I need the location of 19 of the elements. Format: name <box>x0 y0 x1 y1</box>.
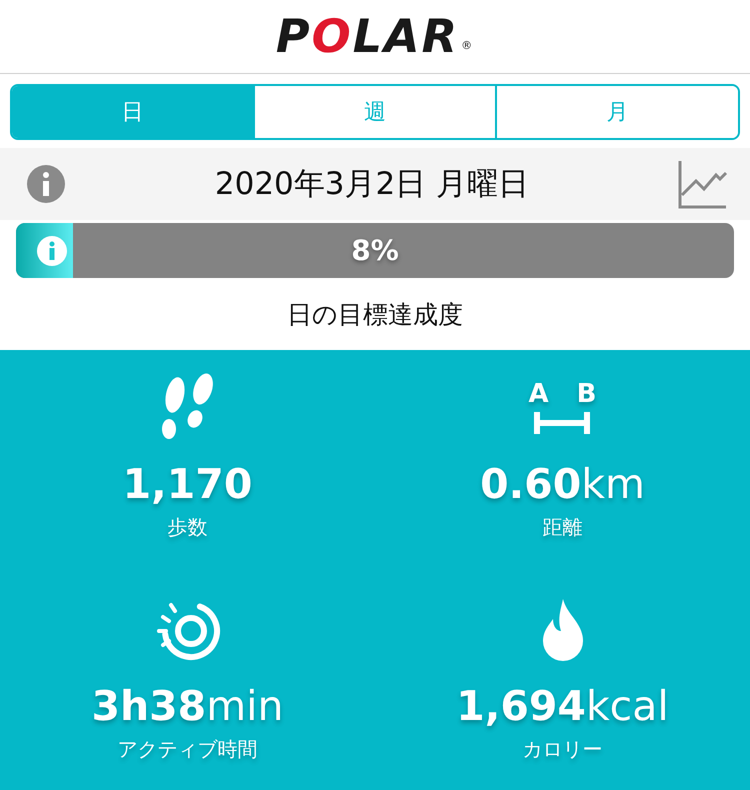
point-b-label: B <box>576 380 596 408</box>
line-chart-icon[interactable] <box>678 159 728 209</box>
goal-caption: 日の目標達成度 <box>287 298 463 331</box>
stat-value: 0.60km <box>480 459 645 510</box>
progress-reading: 8% <box>351 234 399 268</box>
date-title: 2020年3月2日 月曜日 <box>214 165 530 204</box>
brand-logo: POLAR® <box>276 9 474 64</box>
stat-value: 1,170 <box>122 459 252 510</box>
stat-label: アクティブ時間 <box>118 736 258 763</box>
stat-value: 3h38min <box>91 681 284 732</box>
info-icon[interactable] <box>26 164 66 204</box>
info-icon[interactable] <box>36 234 68 267</box>
stat-value: 1,694kcal <box>456 681 669 732</box>
stat-label: 歩数 <box>168 514 208 541</box>
stat-label: カロリー <box>522 736 602 763</box>
period-tab[interactable]: 月 <box>495 86 738 138</box>
stat-label: 距離 <box>542 514 582 541</box>
point-a-label: A <box>528 380 549 408</box>
period-tab[interactable]: 日 <box>12 86 253 138</box>
